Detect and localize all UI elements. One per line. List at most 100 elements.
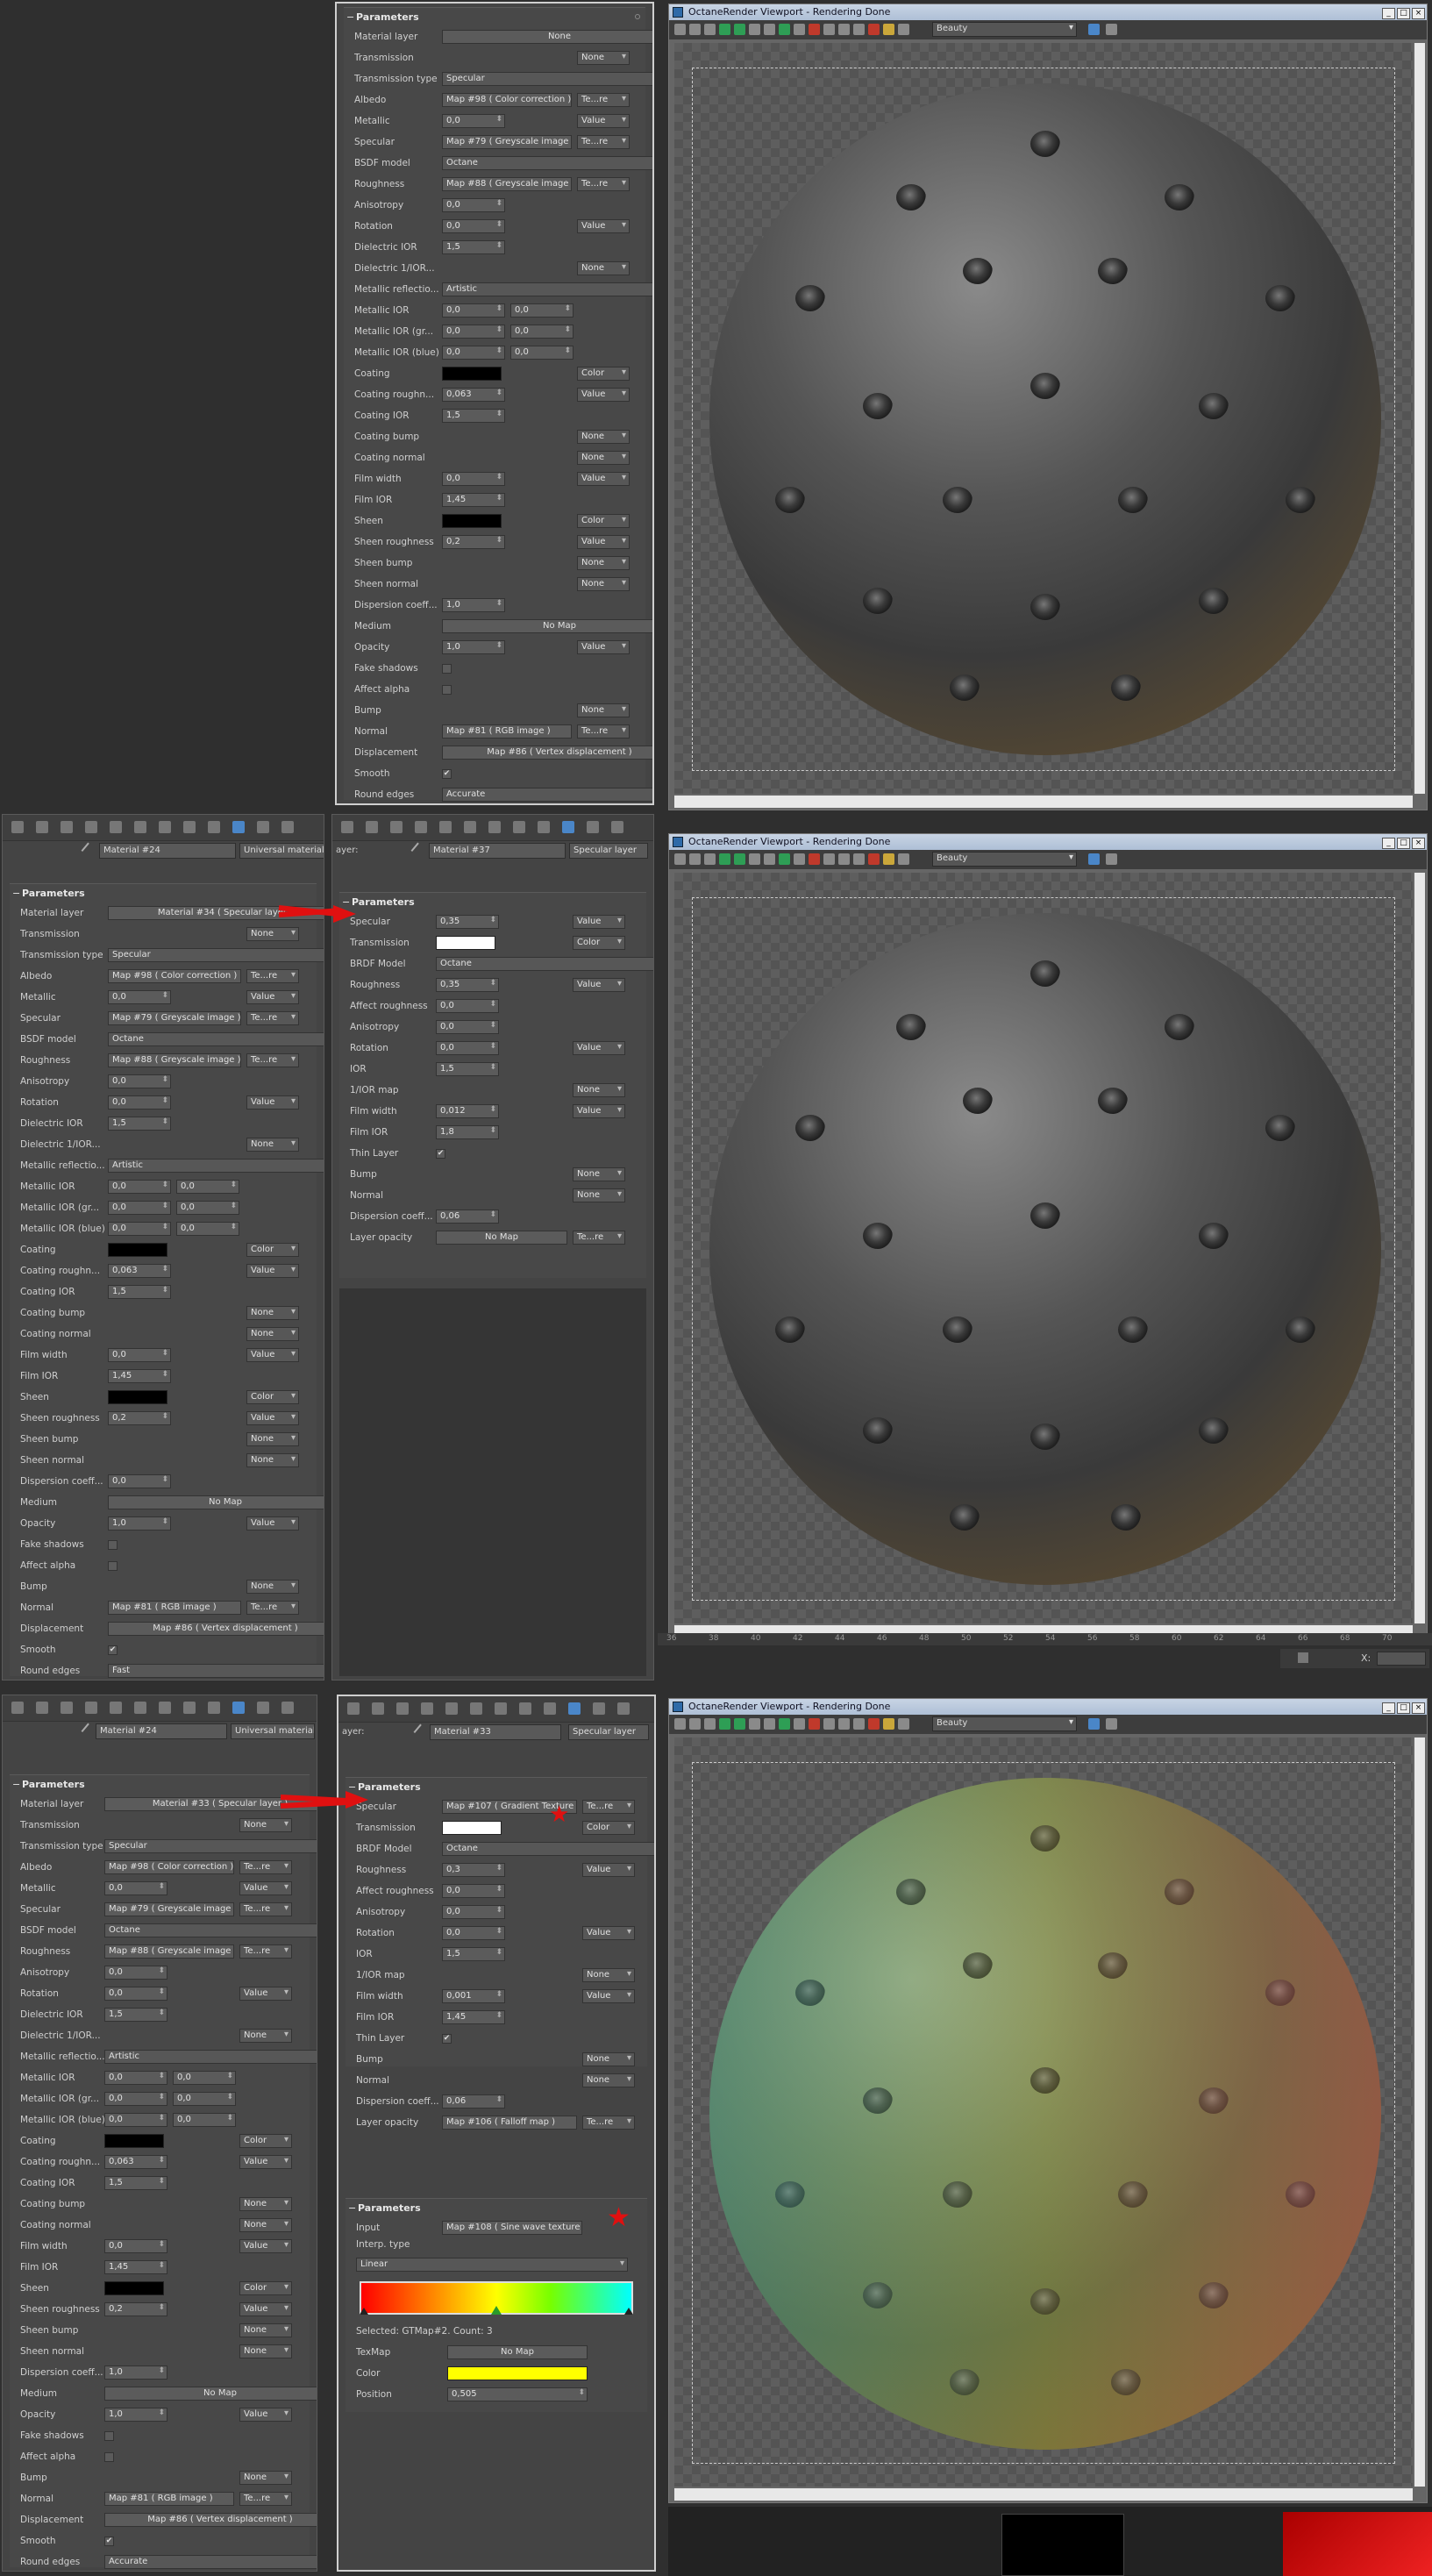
gradient-flag-right[interactable] <box>624 2308 633 2315</box>
options-icon[interactable] <box>281 1702 294 1714</box>
param-spinner[interactable]: 1,0 <box>442 640 505 654</box>
param-spinner[interactable]: 0,0 <box>442 219 505 233</box>
param-dropdown[interactable]: Artistic <box>104 2050 317 2064</box>
material-id-icon[interactable] <box>159 821 171 833</box>
mode-dropdown[interactable]: Value <box>577 219 630 233</box>
focus-icon[interactable] <box>823 1718 835 1730</box>
param-spinner[interactable]: 0,0 <box>442 1884 505 1898</box>
save-icon[interactable] <box>689 24 701 35</box>
mode-dropdown[interactable]: None <box>573 1083 625 1097</box>
rollout-title[interactable]: Parameters <box>10 884 317 903</box>
param-spinner[interactable]: 0,2 <box>104 2302 167 2316</box>
param-spinner[interactable]: 0,0 <box>104 2239 167 2253</box>
copy-icon[interactable] <box>704 853 716 865</box>
render-icon[interactable] <box>674 1718 686 1730</box>
gradient-ramp[interactable] <box>360 2281 633 2315</box>
color-swatch[interactable] <box>108 1243 167 1257</box>
param-spinner[interactable]: 1,5 <box>442 240 505 254</box>
options-icon[interactable] <box>617 1702 630 1715</box>
mode-dropdown[interactable]: Value <box>246 1348 299 1362</box>
put-library-icon[interactable] <box>134 821 146 833</box>
render-icon[interactable] <box>674 24 686 35</box>
material-id-icon[interactable] <box>495 1702 507 1715</box>
mode-dropdown[interactable]: None <box>577 430 630 444</box>
put-to-scene-icon[interactable] <box>36 1702 48 1714</box>
vertical-scrollbar[interactable] <box>1414 873 1425 1623</box>
assign-icon[interactable] <box>396 1702 409 1715</box>
color-swatch[interactable] <box>442 514 502 528</box>
checkbox[interactable]: ✔ <box>104 2537 114 2546</box>
material-name-select[interactable]: Material #24 <box>96 1723 227 1739</box>
param-spinner-2[interactable]: 0,0 <box>510 346 574 360</box>
mode-dropdown[interactable]: None <box>246 927 299 941</box>
color-swatch[interactable] <box>442 1821 502 1835</box>
render-pass-dropdown[interactable]: Beauty <box>932 852 1077 867</box>
go-parent-icon[interactable] <box>562 821 574 833</box>
eyedropper-icon[interactable] <box>81 842 96 858</box>
make-unique-icon[interactable] <box>110 1702 122 1714</box>
map-button[interactable]: None <box>442 30 652 44</box>
mode-dropdown[interactable]: Value <box>239 1987 292 2001</box>
show-end-icon[interactable] <box>538 821 550 833</box>
mode-dropdown[interactable]: None <box>246 1306 299 1320</box>
texture-map-button[interactable]: Map #81 ( RGB image ) <box>104 2492 234 2506</box>
rollout-title[interactable]: Parameters <box>339 893 646 912</box>
save-icon[interactable] <box>689 1718 701 1730</box>
region-icon[interactable] <box>809 853 820 865</box>
pause-icon[interactable] <box>749 1718 760 1730</box>
assign-icon[interactable] <box>390 821 403 833</box>
texture-map-button[interactable]: Map #98 ( Color correction ) <box>104 1860 234 1874</box>
mode-dropdown[interactable]: None <box>239 2218 292 2232</box>
input-map-button[interactable]: Map #108 ( Sine wave texture ) <box>442 2221 582 2235</box>
param-spinner[interactable]: 0,0 <box>108 1201 171 1215</box>
start-icon[interactable] <box>734 853 745 865</box>
mode-dropdown[interactable]: Te...re <box>573 1231 625 1245</box>
lock-icon[interactable] <box>1298 1652 1308 1663</box>
param-spinner[interactable]: 0,2 <box>108 1411 171 1425</box>
mode-dropdown[interactable]: Value <box>577 640 630 654</box>
mode-dropdown[interactable]: None <box>582 1968 635 1982</box>
make-unique-icon[interactable] <box>110 821 122 833</box>
param-spinner[interactable]: 0,0 <box>442 303 505 318</box>
reset-icon[interactable] <box>85 821 97 833</box>
param-spinner-2[interactable]: 0,0 <box>510 303 574 318</box>
param-spinner[interactable]: 1,0 <box>442 598 505 612</box>
mode-dropdown[interactable]: Color <box>239 2134 292 2148</box>
mode-dropdown[interactable]: None <box>573 1167 625 1181</box>
render-canvas[interactable] <box>674 873 1413 1623</box>
mode-dropdown[interactable]: Value <box>573 1104 625 1118</box>
render-pass-dropdown[interactable]: Beauty <box>932 22 1077 37</box>
timeline-ruler[interactable]: 36 38 40 42 44 46 48 50 52 54 56 58 60 62 64 66 68 70 <box>658 1633 1432 1645</box>
maximize-icon[interactable]: □ <box>1397 8 1410 19</box>
param-spinner[interactable]: 0,0 <box>104 2092 167 2106</box>
go-sibling-icon[interactable] <box>257 821 269 833</box>
param-spinner-2[interactable]: 0,0 <box>173 2092 236 2106</box>
param-spinner[interactable]: 0,0 <box>108 1474 171 1488</box>
lock-icon[interactable] <box>794 24 805 35</box>
param-spinner[interactable]: 1,8 <box>436 1125 499 1139</box>
param-dropdown[interactable]: Specular <box>108 948 324 962</box>
vertical-scrollbar[interactable] <box>1414 1738 1425 2487</box>
put-to-scene-icon[interactable] <box>36 821 48 833</box>
stop-icon[interactable] <box>764 24 775 35</box>
param-spinner[interactable]: 0,0 <box>108 1095 171 1110</box>
param-spinner[interactable]: 1,5 <box>108 1285 171 1299</box>
stop-icon[interactable] <box>764 853 775 865</box>
gradient-flag-left[interactable] <box>360 2308 368 2315</box>
param-spinner[interactable]: 0,0 <box>104 2113 167 2127</box>
param-spinner[interactable]: 0,0 <box>442 1926 505 1940</box>
clay-icon[interactable] <box>868 24 880 35</box>
param-dropdown[interactable]: Octane <box>442 1842 654 1856</box>
go-sibling-icon[interactable] <box>593 1702 605 1715</box>
param-spinner-2[interactable]: 0,0 <box>176 1222 239 1236</box>
map-button[interactable]: No Map <box>104 2387 317 2401</box>
get-material-icon[interactable] <box>11 821 24 833</box>
param-spinner-2[interactable]: 0,0 <box>173 2113 236 2127</box>
maximize-icon[interactable]: □ <box>1397 838 1410 849</box>
material-name-select[interactable]: Material #33 <box>430 1724 561 1740</box>
mode-dropdown[interactable]: None <box>577 261 630 275</box>
eyedropper-icon[interactable] <box>413 1723 429 1739</box>
param-spinner[interactable]: 0,0 <box>108 990 171 1004</box>
param-spinner[interactable]: 0,0 <box>108 1180 171 1194</box>
mode-dropdown[interactable]: Value <box>577 388 630 402</box>
